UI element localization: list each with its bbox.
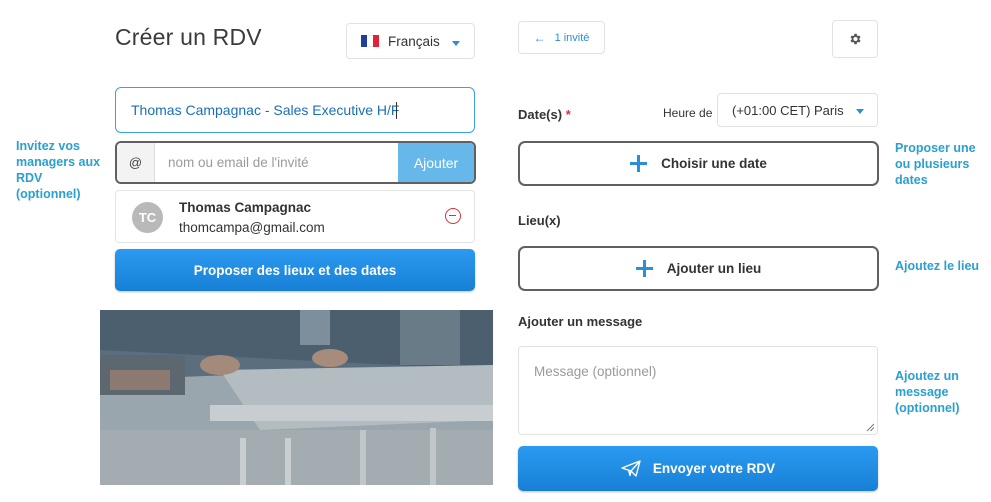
page-title: Créer un RDV xyxy=(115,24,262,50)
guest-count-button[interactable]: ← 1 invité xyxy=(518,21,605,54)
meeting-title-value: Thomas Campagnac - Sales Executive H/F xyxy=(131,102,400,118)
message-textarea[interactable]: Message (optionnel) xyxy=(518,346,878,435)
message-label: Ajouter un message xyxy=(518,314,643,329)
remove-guest-icon[interactable] xyxy=(445,208,461,224)
choose-date-label: Choisir une date xyxy=(661,156,767,171)
french-flag-icon xyxy=(361,35,379,47)
office-photo-illustration xyxy=(100,310,493,485)
required-mark: * xyxy=(565,107,571,122)
invite-field-group: @ nom ou email de l'invité Ajouter xyxy=(115,141,476,184)
add-place-button[interactable]: Ajouter un lieu xyxy=(518,246,879,291)
language-select-value: Français xyxy=(388,33,440,49)
plus-icon xyxy=(635,260,653,277)
guest-count-label: 1 invité xyxy=(554,31,590,44)
resize-handle-icon[interactable] xyxy=(866,423,875,432)
meeting-title-input[interactable]: Thomas Campagnac - Sales Executive H/F xyxy=(115,87,475,133)
settings-button[interactable] xyxy=(832,20,878,58)
timezone-select[interactable]: (+01:00 CET) Paris xyxy=(717,93,878,127)
annotation-place: Ajoutez le lieu xyxy=(895,259,980,273)
send-meeting-button[interactable]: Envoyer votre RDV xyxy=(518,446,878,491)
message-placeholder: Message (optionnel) xyxy=(534,364,657,379)
propose-places-dates-button[interactable]: Proposer des lieux et des dates xyxy=(115,249,475,291)
annotation-dates: Proposer une ou plusieurs dates xyxy=(895,141,976,187)
avatar: TC xyxy=(132,202,163,233)
invite-input[interactable]: nom ou email de l'invité xyxy=(155,143,398,182)
arrow-left-icon: ← xyxy=(533,30,546,45)
dates-label: Date(s) * xyxy=(518,107,571,122)
language-select[interactable]: Français xyxy=(346,23,475,59)
choose-date-button[interactable]: Choisir une date xyxy=(518,141,879,186)
send-meeting-label: Envoyer votre RDV xyxy=(652,461,776,476)
gear-icon xyxy=(850,33,861,45)
paper-plane-icon xyxy=(621,460,641,477)
places-label: Lieu(x) xyxy=(518,213,561,228)
guest-name: Thomas Campagnac xyxy=(179,200,312,215)
guest-card: TC Thomas Campagnac thomcampa@gmail.com xyxy=(115,190,475,243)
annotation-message: Ajoutez un message (optionnel) xyxy=(895,369,960,415)
chevron-down-icon xyxy=(452,41,460,46)
timezone-value: (+01:00 CET) Paris xyxy=(732,102,844,118)
text-cursor xyxy=(396,101,398,119)
annotation-invite: Invitez vos managers aux RDV (optionnel) xyxy=(16,139,101,201)
add-place-label: Ajouter un lieu xyxy=(666,261,762,276)
guest-email: thomcampa@gmail.com xyxy=(179,220,325,235)
plus-icon xyxy=(630,155,648,172)
dates-label-text: Date(s) xyxy=(518,107,563,122)
chevron-down-icon xyxy=(856,109,864,114)
office-photo xyxy=(100,310,493,485)
timezone-label: Heure de xyxy=(663,106,713,120)
add-guest-button[interactable]: Ajouter xyxy=(398,143,474,182)
at-sign-icon: @ xyxy=(117,143,155,182)
